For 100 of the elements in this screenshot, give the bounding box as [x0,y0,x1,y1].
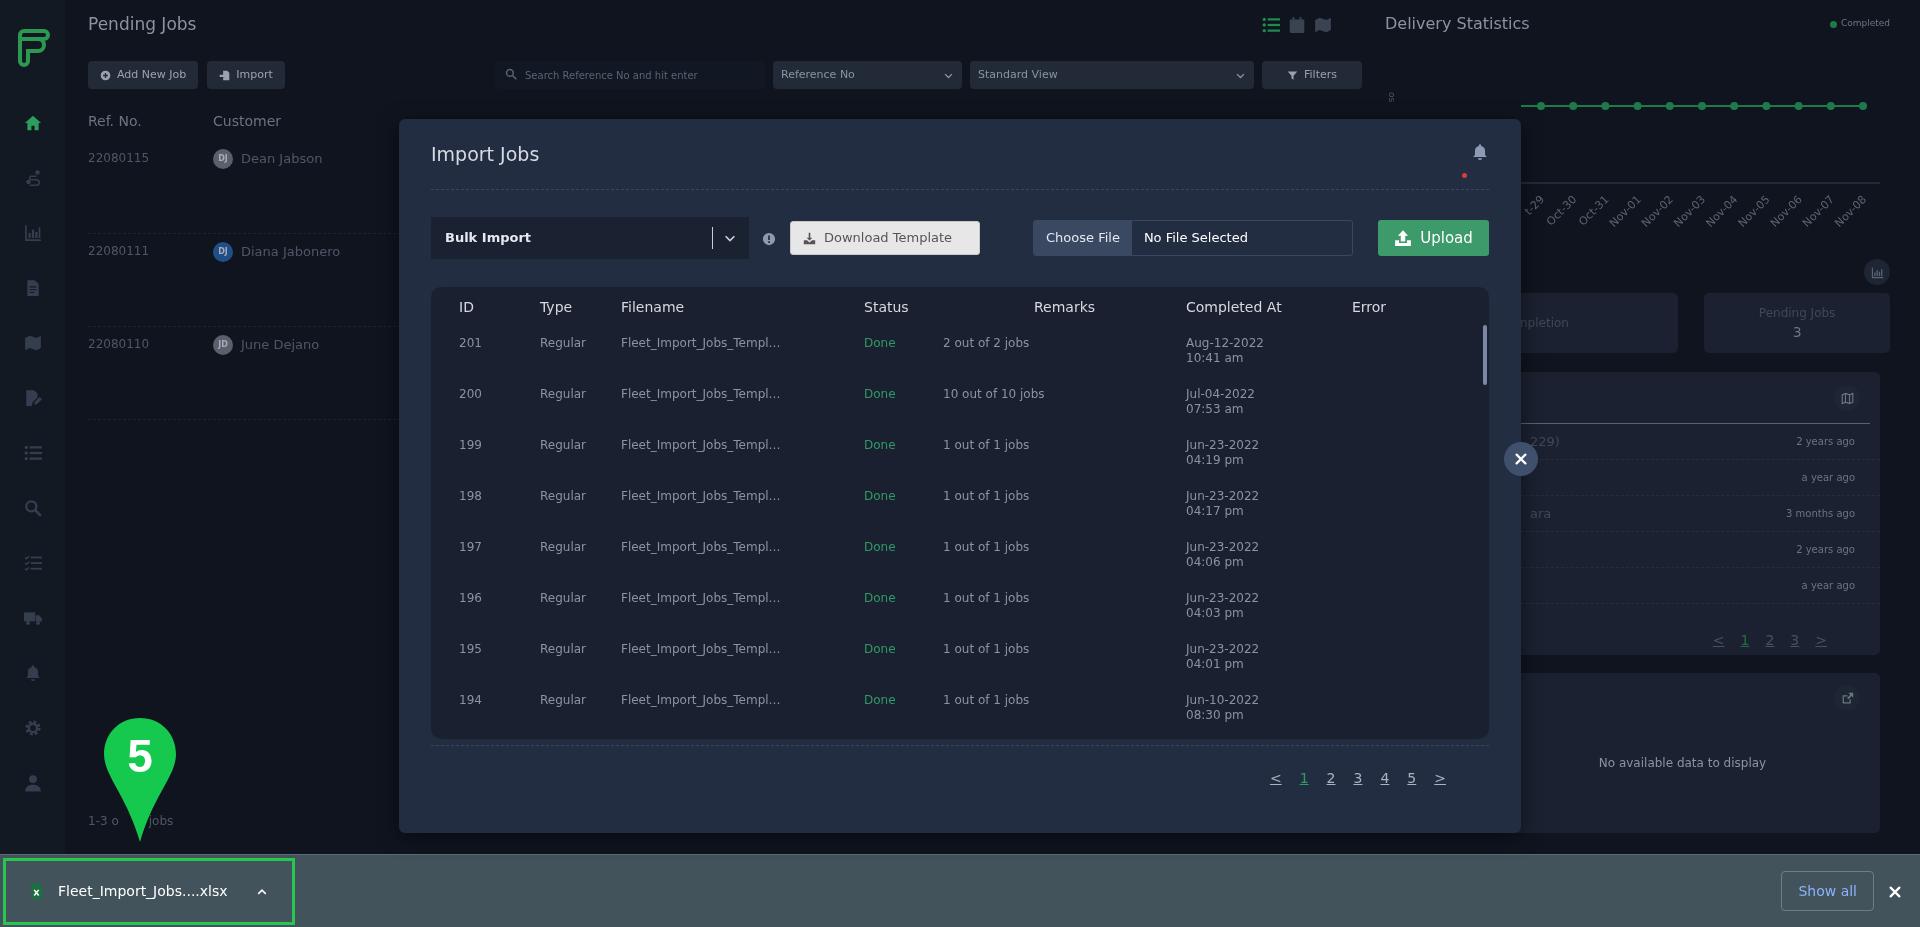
page-link[interactable]: 2 [1317,768,1345,789]
table-cell: Jul-04-2022 07:53 am [1186,387,1255,417]
table-cell: Jun-23-2022 04:03 pm [1186,591,1260,621]
map-icon [1840,391,1854,405]
table-cell: 200 [459,387,482,401]
search-icon[interactable] [23,498,42,517]
download-template-button[interactable]: Download Template [790,221,980,255]
activity-time: 2 years ago [1796,435,1855,449]
bell-icon[interactable] [1471,142,1489,161]
settings-icon[interactable] [23,718,42,737]
table-cell: 1 out of 1 jobs [943,693,1030,707]
column-header: Error [1352,297,1387,317]
table-cell: 198 [459,489,482,503]
table-cell: Regular [540,387,587,401]
table-cell: 2 out of 2 jobs [943,336,1030,350]
section-title: Pending Jobs [88,13,197,37]
avatar: DJ [213,149,233,169]
column-header: Filename [621,297,685,317]
table-cell: 195 [459,642,482,656]
table-cell: Regular [540,336,587,350]
table-cell: 194 [459,693,482,707]
legend-label: Completed [1840,17,1890,31]
page-link[interactable]: > [1425,768,1455,789]
table-cell: Fleet_Import_Jobs_Templ… [621,693,781,707]
column-header: Remarks [1033,297,1096,317]
bar-chart-icon[interactable] [23,223,42,242]
pagination-summary: jobs [148,813,174,830]
filter-icon [1287,69,1298,81]
edit-document-icon[interactable] [23,388,42,407]
import-button[interactable]: Import [207,61,285,89]
pagination-summary: 1-3 o [88,813,119,830]
column-header: Status [864,297,909,317]
info-icon[interactable] [762,231,776,246]
table-cell: Done [864,387,896,401]
search-by-dropdown[interactable]: Reference No [773,61,962,89]
close-icon[interactable] [1888,884,1902,899]
table-cell-text: 22080111 [88,243,151,260]
activity-time: 3 months ago [1786,507,1855,521]
download-icon [803,231,816,245]
search-icon [505,68,517,80]
table-cell: 1 out of 1 jobs [943,591,1030,605]
page-link[interactable]: 5 [1398,768,1426,789]
page-link[interactable]: 3 [1344,768,1372,789]
table-cell: Fleet_Import_Jobs_Templ… [621,642,781,656]
activity-time: 2 years ago [1796,543,1855,557]
map-icon[interactable] [23,333,42,352]
table-cell: Jun-23-2022 04:17 pm [1186,489,1260,519]
table-cell-text: 22080115 [88,150,151,167]
table-cell: Regular [540,489,587,503]
file-input[interactable]: Choose File No File Selected [1033,220,1353,256]
map-icon[interactable] [1314,16,1332,34]
table-cell: Done [864,438,896,452]
table-cell: Done [864,642,896,656]
table-cell: Regular [540,591,587,605]
table-cell: 1 out of 1 jobs [943,489,1030,503]
table-cell: 1 out of 1 jobs [943,642,1030,656]
page-link[interactable]: 4 [1371,768,1399,789]
show-all-button[interactable]: Show all [1781,871,1874,911]
search-field[interactable]: Search Reference No and hit enter [495,61,765,89]
bar-chart-icon [1870,265,1884,279]
home-icon[interactable] [23,113,42,132]
page-link[interactable]: < [1260,768,1291,789]
list-icon[interactable] [1262,16,1280,34]
upload-icon [1394,229,1413,247]
file-import-icon [219,69,231,81]
column-header: Completed At [1186,297,1282,317]
activity-time: a year ago [1801,579,1855,593]
add-job-button[interactable]: Add New Job [88,61,199,89]
table-cell: Fleet_Import_Jobs_Templ… [621,438,781,452]
route-icon[interactable] [23,168,42,187]
table-cell: Jun-10-2022 08:30 pm [1186,693,1260,723]
download-item[interactable]: Fleet_Import_Jobs....xlsx [3,857,295,925]
open-external-button[interactable] [1834,685,1860,711]
chart-toggle-button[interactable] [1864,259,1890,285]
table-cell: 199 [459,438,482,452]
table-cell: Done [864,591,896,605]
import-type-select[interactable]: Bulk Import [431,217,749,259]
choose-file-button[interactable]: Choose File [1034,221,1132,255]
table-cell: Done [864,540,896,554]
view-dropdown[interactable]: Standard View [970,61,1254,89]
table-cell: Regular [540,642,587,656]
table-cell: Fleet_Import_Jobs_Templ… [621,540,781,554]
spreadsheet-file-icon [28,882,46,900]
table-cell-text: Diana Jabonero [241,243,341,261]
column-header: ID [459,297,474,317]
table-cell: Fleet_Import_Jobs_Templ… [621,591,781,605]
stat-value: 3 [1792,322,1802,342]
column-header: Ref. No. [88,111,143,131]
calendar-icon[interactable] [1288,16,1306,34]
table-cell-text: June Dejano [241,336,320,354]
table-cell: 201 [459,336,482,350]
table-cell: Fleet_Import_Jobs_Templ… [621,489,781,503]
table-cell: 1 out of 1 jobs [943,438,1030,452]
page-link[interactable]: 1 [1290,768,1318,789]
checklist-icon[interactable] [23,553,42,572]
map-button[interactable] [1834,385,1860,411]
upload-button[interactable]: Upload [1378,220,1489,256]
user-icon[interactable] [23,773,42,792]
scrollbar-thumb[interactable] [1483,325,1487,385]
filters-button[interactable]: Filters [1262,61,1362,89]
